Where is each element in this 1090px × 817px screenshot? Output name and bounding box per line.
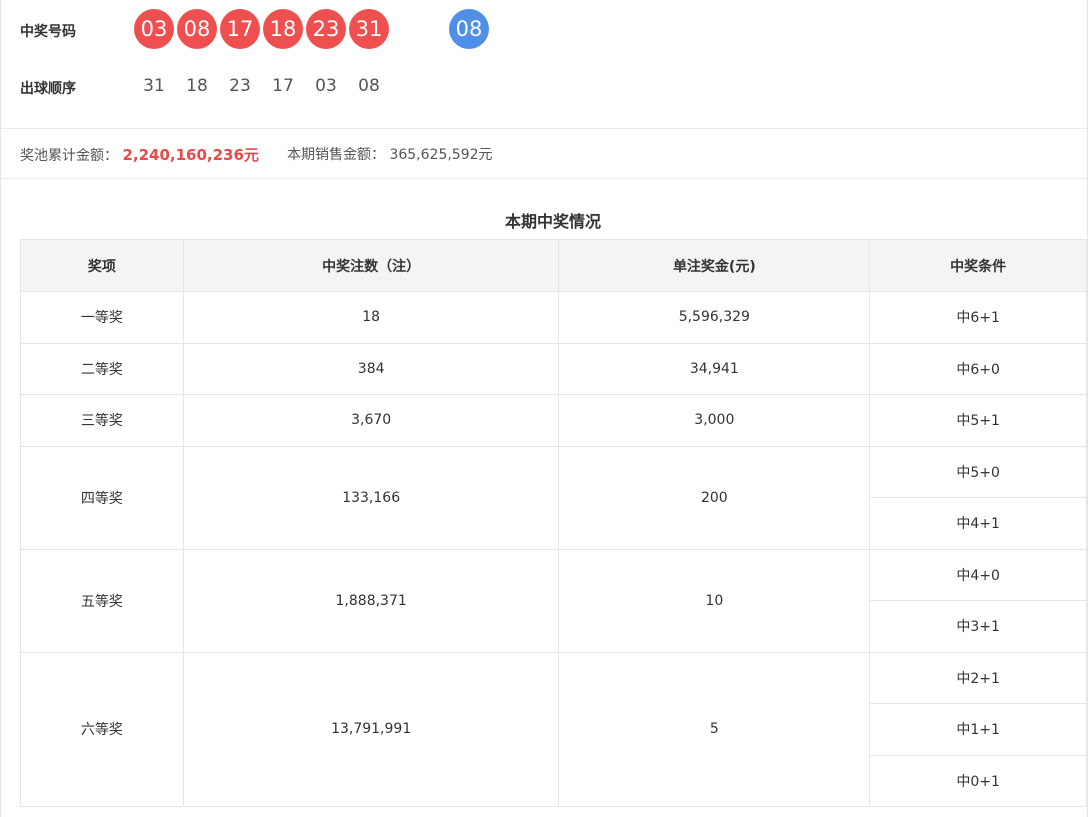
draw-order-label: 出球顺序 (20, 81, 76, 97)
table-row: 六等奖 13,791,991 5 中2+1 (20, 651, 1087, 807)
blue-ball: 08 (449, 9, 489, 49)
order-number: 08 (358, 76, 380, 96)
prize-condition: 中2+1 (869, 651, 1087, 704)
prize-name: 二等奖 (20, 342, 184, 395)
order-number: 18 (186, 76, 208, 96)
prize-section-title: 本期中奖情况 (504, 212, 601, 231)
prize-count: 3,670 (182, 394, 560, 447)
prize-condition: 中4+1 (869, 497, 1087, 550)
table-row: 五等奖 1,888,371 10 中4+0 (20, 548, 1087, 653)
order-number: 17 (272, 76, 294, 96)
sales-label: 本期销售金额： (287, 147, 385, 163)
header-prize: 奖项 (20, 239, 184, 292)
prize-count: 13,791,991 (182, 651, 560, 807)
prize-amount: 3,000 (558, 394, 871, 447)
prize-table: 奖项 中奖注数（注） 单注奖金(元) 中奖条件 一等奖 18 5,596,329… (20, 239, 1087, 807)
prize-name: 四等奖 (20, 445, 184, 550)
prize-amount: 34,941 (558, 342, 871, 395)
prize-count: 18 (182, 291, 560, 344)
order-number: 23 (229, 76, 251, 96)
red-ball: 18 (263, 9, 303, 49)
winning-numbers-label: 中奖号码 (20, 24, 76, 40)
red-ball: 17 (220, 9, 260, 49)
header-condition: 中奖条件 (869, 239, 1087, 292)
prize-condition: 中1+1 (869, 703, 1087, 756)
prize-name: 五等奖 (20, 548, 184, 653)
prize-count: 1,888,371 (182, 548, 560, 653)
prize-amount: 200 (558, 445, 871, 550)
prize-condition: 中5+0 (869, 445, 1087, 498)
prize-condition: 中0+1 (869, 754, 1087, 807)
order-number: 31 (143, 76, 165, 96)
sales-info: 本期销售金额： 365,625,592元 (287, 144, 493, 164)
prize-count: 384 (182, 342, 560, 395)
prize-condition: 中3+1 (869, 600, 1087, 653)
pool-label: 奖池累计金额： (20, 148, 118, 164)
red-ball: 08 (177, 9, 217, 49)
pool-value: 2,240,160,236元 (122, 146, 259, 164)
header-count: 中奖注数（注） (182, 239, 560, 292)
table-header-row: 奖项 中奖注数（注） 单注奖金(元) 中奖条件 (20, 239, 1087, 292)
prize-condition: 中5+1 (869, 394, 1087, 447)
table-row: 一等奖 18 5,596,329 中6+1 (20, 291, 1087, 344)
prize-amount: 5 (558, 651, 871, 807)
divider (1, 128, 1087, 129)
prize-condition: 中6+1 (869, 291, 1087, 344)
prize-count: 133,166 (182, 445, 560, 550)
red-ball: 03 (134, 9, 174, 49)
header-amount: 单注奖金(元) (558, 239, 871, 292)
table-row: 三等奖 3,670 3,000 中5+1 (20, 394, 1087, 447)
prize-name: 三等奖 (20, 394, 184, 447)
sales-value: 365,625,592元 (389, 147, 493, 163)
red-ball: 23 (306, 9, 346, 49)
prize-amount: 10 (558, 548, 871, 653)
prize-name: 一等奖 (20, 291, 184, 344)
red-ball: 31 (349, 9, 389, 49)
table-row: 四等奖 133,166 200 中5+0 (20, 445, 1087, 550)
pool-info: 奖池累计金额： 2,240,160,236元 (20, 144, 259, 165)
divider (1, 178, 1087, 179)
prize-name: 六等奖 (20, 651, 184, 807)
order-number: 03 (315, 76, 337, 96)
prize-amount: 5,596,329 (558, 291, 871, 344)
prize-condition: 中4+0 (869, 548, 1087, 601)
table-row: 二等奖 384 34,941 中6+0 (20, 342, 1087, 395)
prize-condition: 中6+0 (869, 342, 1087, 395)
